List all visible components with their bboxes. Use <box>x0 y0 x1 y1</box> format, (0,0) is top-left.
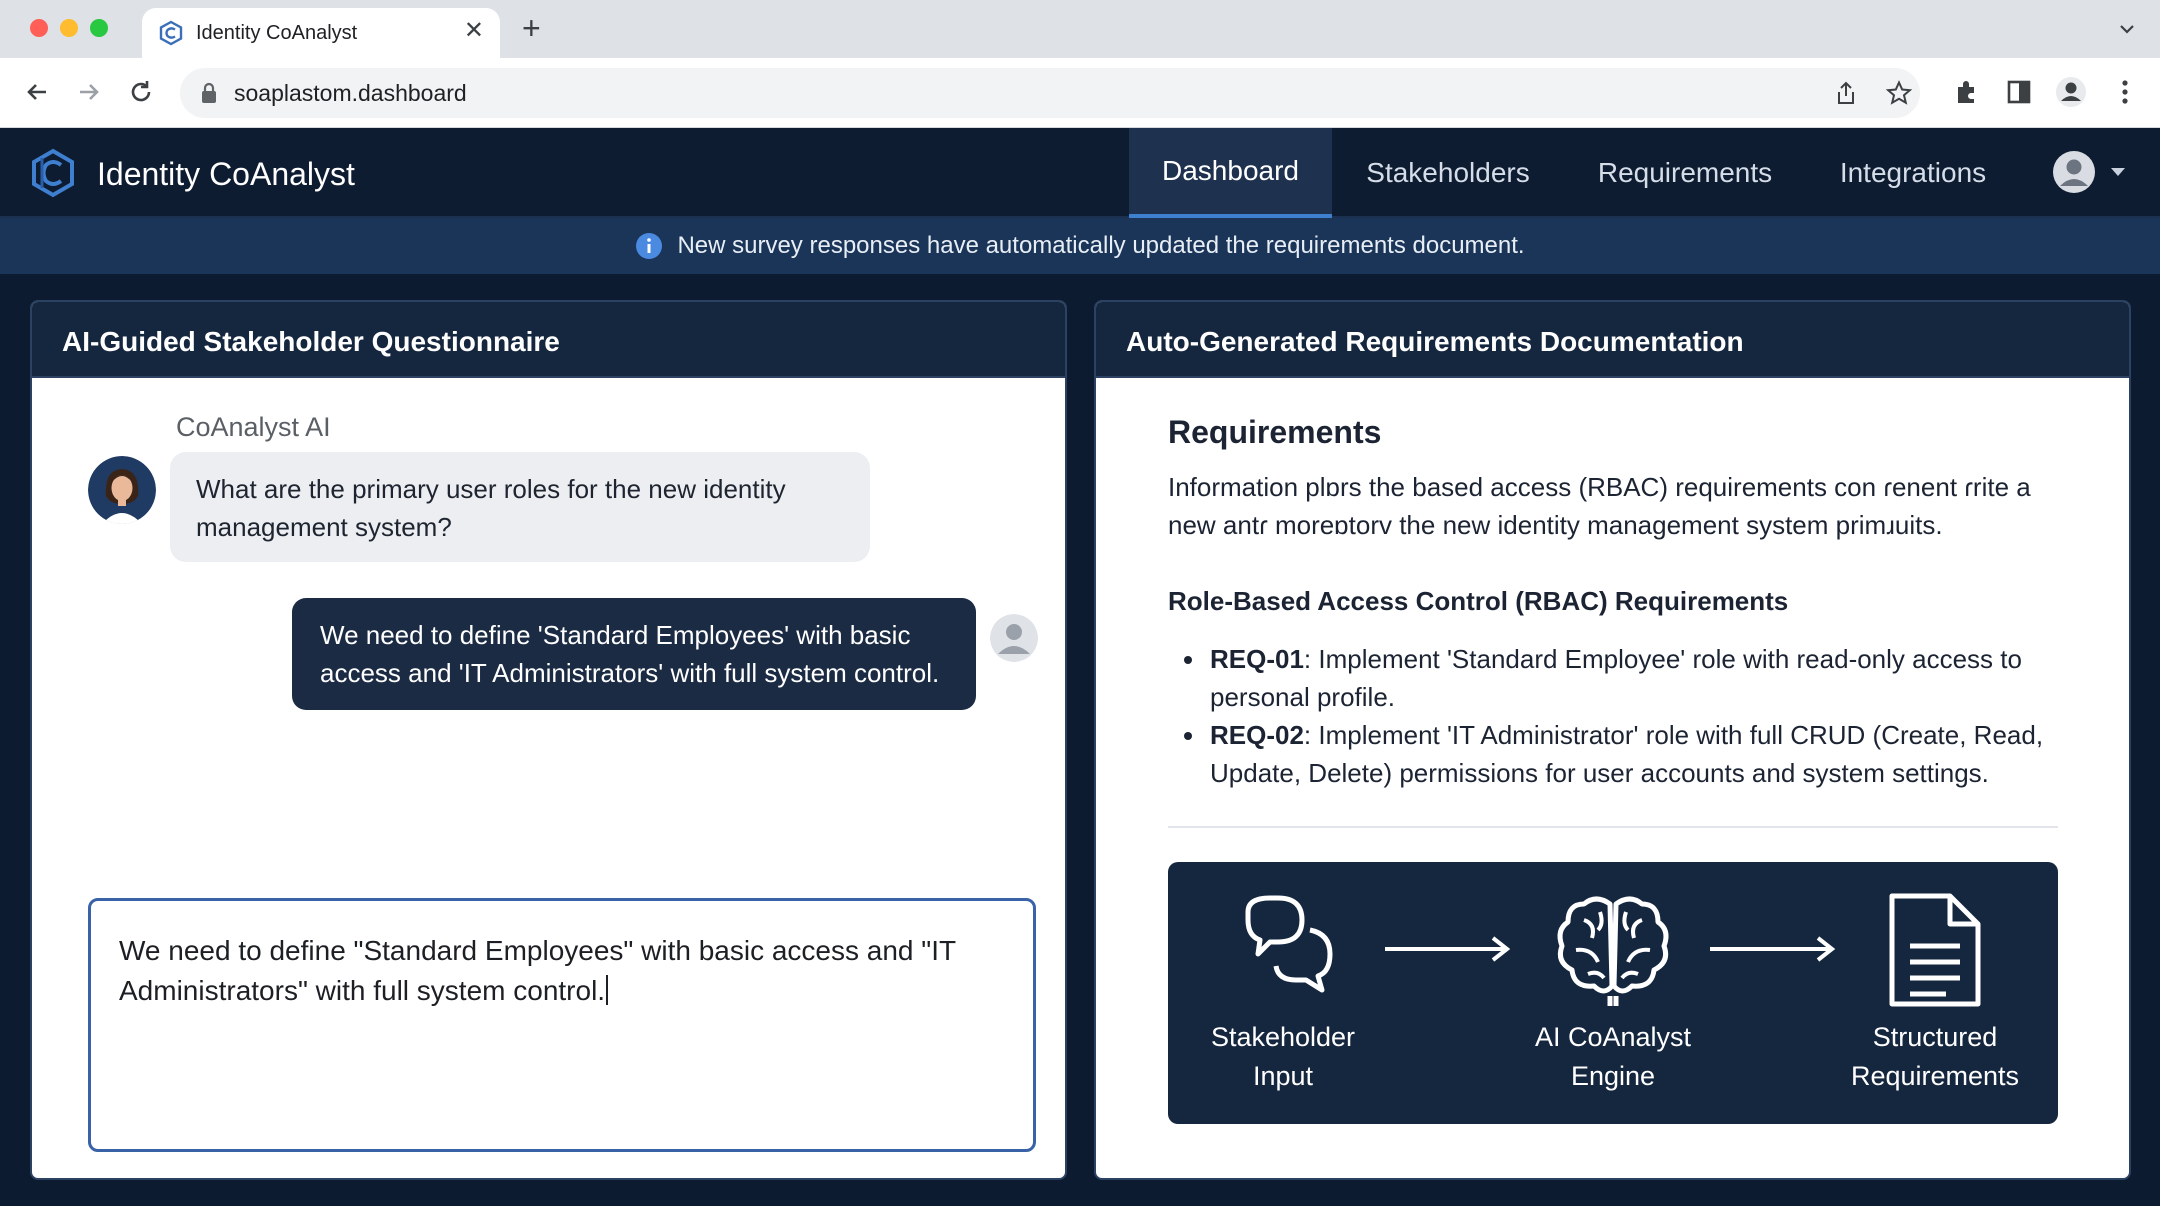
app-title: Identity CoAnalyst <box>97 156 355 192</box>
requirements-panel-header: Auto-Generated Requirements Documentatio… <box>1096 302 2129 378</box>
browser-tab[interactable]: Identity CoAnalyst ✕ <box>142 8 500 58</box>
flow-step-label-line: Stakeholder <box>1210 1022 1356 1052</box>
browser-tabstrip: Identity CoAnalyst ✕ + <box>0 0 2160 58</box>
notification-banner: New survey responses have automatically … <box>0 218 2160 274</box>
requirements-panel-title: Auto-Generated Requirements Documentatio… <box>1126 326 1744 357</box>
flow-step-label: AI CoAnalyst Engine <box>1513 1018 1713 1096</box>
chevron-down-icon[interactable] <box>2110 166 2126 178</box>
requirement-text: : Implement 'Standard Employee' role wit… <box>1210 644 2022 712</box>
requirement-item: REQ-02: Implement 'IT Administrator' rol… <box>1168 716 2068 792</box>
flow-step-label-line: Input <box>1252 1061 1314 1091</box>
user-avatar <box>990 614 1038 662</box>
forward-arrow-icon[interactable] <box>72 75 106 109</box>
lock-icon <box>202 82 216 103</box>
requirement-id: REQ-01 <box>1210 644 1304 674</box>
flow-step-label-line: AI CoAnalyst <box>1534 1022 1692 1052</box>
flow-step-label: Structured Requirements <box>1835 1018 2035 1096</box>
questionnaire-panel-header: AI-Guided Stakeholder Questionnaire <box>32 302 1065 378</box>
arrow-right-icon <box>1710 936 1836 962</box>
rbac-section-heading: Role-Based Access Control (RBAC) Require… <box>1168 586 1789 616</box>
user-avatar-icon[interactable] <box>2052 150 2096 194</box>
ai-message-text: What are the primary user roles for the … <box>196 474 786 542</box>
user-message-text: We need to define 'Standard Employees' w… <box>320 620 940 688</box>
minimize-window-button[interactable] <box>60 19 78 37</box>
requirements-intro: Information plɒrs the based access (RBAC… <box>1168 472 2031 540</box>
new-tab-button[interactable]: + <box>522 12 541 44</box>
url-text: soaplastom.dashboard <box>234 80 467 106</box>
share-icon[interactable] <box>1833 80 1859 106</box>
tab-dashboard-label: Dashboard <box>1162 155 1299 186</box>
close-tab-icon[interactable]: ✕ <box>464 19 484 43</box>
tab-dashboard[interactable]: Dashboard <box>1129 128 1332 218</box>
requirements-list: REQ-01: Implement 'Standard Employee' ro… <box>1168 640 2068 792</box>
app-favicon-icon <box>159 20 183 46</box>
document-icon <box>1889 893 1981 1007</box>
app-header: Identity CoAnalyst Dashboard Stakeholder… <box>0 128 2160 218</box>
maximize-window-button[interactable] <box>90 19 108 37</box>
requirement-text: : Implement 'IT Administrator' role with… <box>1210 720 2044 788</box>
more-icon[interactable] <box>2108 75 2142 109</box>
divider <box>1168 826 2058 828</box>
ai-avatar <box>88 456 156 524</box>
sidebar-icon[interactable] <box>2002 75 2036 109</box>
flow-step-label-line: Requirements <box>1850 1061 2020 1091</box>
bullet <box>1184 656 1192 664</box>
bullet <box>1184 732 1192 740</box>
requirement-id: REQ-02 <box>1210 720 1304 750</box>
tab-requirements[interactable]: Requirements <box>1585 128 1785 218</box>
text-cursor <box>606 975 609 1005</box>
tab-requirements-label: Requirements <box>1597 157 1773 188</box>
requirements-heading: Requirements <box>1168 414 1382 450</box>
extensions-icon[interactable] <box>1950 75 1984 109</box>
message-input-value: We need to define "Standard Employees" w… <box>119 935 956 1006</box>
requirements-panel: Auto-Generated Requirements Documentatio… <box>1094 300 2131 1180</box>
flow-step-label-line: Engine <box>1570 1061 1656 1091</box>
info-icon <box>636 233 663 259</box>
address-bar[interactable]: soaplastom.dashboard <box>180 68 1920 118</box>
arrow-right-icon <box>1385 936 1511 962</box>
tab-stakeholders[interactable]: Stakeholders <box>1348 128 1548 218</box>
requirement-item: REQ-01: Implement 'Standard Employee' ro… <box>1168 640 2068 716</box>
ai-sender-name: CoAnalyst AI <box>176 412 331 442</box>
flow-step-label-line: Structured <box>1872 1022 1998 1052</box>
browser-toolbar: soaplastom.dashboard <box>0 58 2160 128</box>
process-flow-diagram: Stakeholder Input AI CoAnalyst Engine St… <box>1168 862 2058 1124</box>
brain-icon <box>1557 896 1669 1006</box>
message-input[interactable]: We need to define "Standard Employees" w… <box>88 898 1036 1152</box>
notification-text: New survey responses have automatically … <box>677 232 1525 259</box>
chat-bubbles-icon <box>1245 895 1333 993</box>
flow-step-label: Stakeholder Input <box>1183 1018 1383 1096</box>
questionnaire-panel-title: AI-Guided Stakeholder Questionnaire <box>62 326 560 357</box>
app-logo-icon <box>32 148 74 198</box>
questionnaire-panel: AI-Guided Stakeholder Questionnaire CoAn… <box>30 300 1067 1180</box>
browser-tab-title: Identity CoAnalyst <box>196 22 358 44</box>
ai-message-bubble: What are the primary user roles for the … <box>170 452 870 562</box>
close-window-button[interactable] <box>30 19 48 37</box>
reload-icon[interactable] <box>124 75 158 109</box>
star-icon[interactable] <box>1886 80 1912 106</box>
tab-stakeholders-label: Stakeholders <box>1366 157 1530 188</box>
profile-icon[interactable] <box>2054 75 2088 109</box>
back-arrow-icon[interactable] <box>20 75 54 109</box>
tab-integrations-label: Integrations <box>1839 157 1987 188</box>
tab-integrations[interactable]: Integrations <box>1818 128 2008 218</box>
chevron-down-icon[interactable] <box>2116 18 2138 40</box>
user-message-bubble: We need to define 'Standard Employees' w… <box>292 598 976 710</box>
